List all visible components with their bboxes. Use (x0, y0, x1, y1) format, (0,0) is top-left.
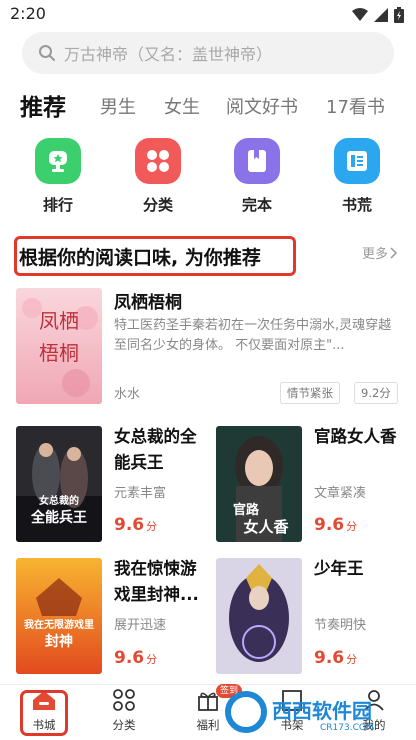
search-input[interactable]: 万古神帝（又名：盖世神帝） (64, 41, 272, 65)
top-tabs: 推荐 男生 女生 阅文好书 17看书 (0, 88, 416, 128)
watermark-logo: 西西软件园 CR173.COM (225, 691, 374, 733)
category-label: 分类 (142, 196, 173, 214)
book-tag: 节奏明快 (314, 618, 367, 633)
watermark-brand: 西西软件园 (272, 699, 372, 723)
watermark-url: CR173.COM (320, 723, 374, 733)
cover-title-2: 全能兵王 (30, 509, 87, 526)
category-completed[interactable]: 完本 (222, 138, 292, 215)
tab-yuewen-books[interactable]: 阅文好书 (226, 88, 298, 128)
score-unit: 分 (146, 653, 158, 666)
score-value: 9.6 (114, 515, 145, 535)
book-score: 9.6 分 (114, 515, 157, 535)
book-cover[interactable]: 女总裁的 全能兵王 (16, 426, 102, 542)
category-classify[interactable]: 分类 (123, 138, 193, 215)
score-unit: 分 (346, 520, 358, 533)
cover-title-1: 官路 (233, 502, 260, 518)
featured-cover-title-1: 凤栖 (39, 309, 79, 333)
book-title[interactable]: 我在惊悚游戏里封神... (114, 556, 204, 608)
tab-recommend[interactable]: 推荐 (20, 88, 66, 128)
book-title[interactable]: 官路女人香 (314, 424, 404, 450)
tab-17kanshu[interactable]: 17看书 (326, 88, 385, 128)
more-link[interactable]: 更多 (362, 243, 398, 262)
book-score: 9.6 分 (314, 648, 357, 668)
book-title[interactable]: 女总裁的全能兵王 (114, 424, 204, 476)
nav-home-highlight (20, 690, 68, 736)
search-icon (39, 45, 55, 61)
status-bar: 2:20 (0, 0, 416, 30)
cover-title-1: 女总裁的 (39, 494, 79, 507)
battery-icon (394, 7, 404, 23)
grid-icon (113, 689, 135, 711)
book-tag: 展开迅速 (114, 618, 167, 633)
cover-title-2: 封神 (45, 633, 73, 650)
bookshelf-icon (334, 138, 380, 184)
featured-score-tag: 9.2分 (354, 382, 398, 404)
trophy-icon (35, 138, 81, 184)
category-label: 完本 (241, 196, 272, 214)
featured-tag: 情节紧张 (280, 382, 340, 404)
cover-title-1: 我在无限游戏里 (24, 618, 94, 631)
category-label: 排行 (42, 196, 73, 214)
featured-book-description: 特工医药圣手秦若初在一次任务中溺水,灵魂穿越至同名少女的身体。 不仅要面对原主"… (114, 318, 392, 353)
section-title: 根据你的阅读口味, 为你推荐 (19, 246, 261, 269)
status-icons (352, 7, 404, 23)
score-value: 9.6 (314, 515, 345, 535)
tab-male[interactable]: 男生 (100, 88, 136, 128)
tab-female[interactable]: 女生 (164, 88, 200, 128)
book-tag: 文章紧凑 (314, 486, 367, 501)
category-label: 书荒 (341, 196, 372, 214)
score-value: 9.6 (314, 648, 345, 668)
nav-label: 分类 (112, 718, 136, 732)
book-cover[interactable]: 官路 女人香 (216, 426, 302, 542)
nav-categories[interactable]: 分类 (94, 689, 154, 733)
cover-title-2: 女人香 (243, 518, 288, 536)
featured-cover-title-2: 梧桐 (39, 341, 79, 365)
featured-book-title[interactable]: 凤栖梧桐 (114, 288, 182, 313)
book-cover[interactable]: 我在无限游戏里 封神 (16, 558, 102, 674)
wifi-icon (352, 8, 368, 21)
score-value: 9.6 (114, 648, 145, 668)
featured-book-cover[interactable]: 凤栖 梧桐 (16, 288, 102, 404)
signal-icon (374, 8, 388, 22)
status-time: 2:20 (10, 4, 46, 23)
book-score: 9.6 分 (114, 648, 157, 668)
score-unit: 分 (346, 653, 358, 666)
book-icon (234, 138, 280, 184)
score-unit: 分 (146, 520, 158, 533)
featured-book-author: 水水 (114, 387, 141, 402)
search-bar[interactable]: 万古神帝（又名：盖世神帝） (22, 32, 394, 74)
chevron-right-icon (390, 246, 398, 259)
book-tag: 元素丰富 (114, 486, 167, 501)
book-title[interactable]: 少年王 (314, 556, 404, 582)
grid-icon (135, 138, 181, 184)
more-label: 更多 (361, 247, 388, 262)
book-score: 9.6 分 (314, 515, 357, 535)
section-header-highlight: 根据你的阅读口味, 为你推荐 (14, 236, 296, 276)
book-cover[interactable] (216, 558, 302, 674)
category-row: 排行 分类 完本 书荒 (0, 138, 416, 218)
category-book-shortage[interactable]: 书荒 (322, 138, 392, 215)
category-ranking[interactable]: 排行 (23, 138, 93, 215)
